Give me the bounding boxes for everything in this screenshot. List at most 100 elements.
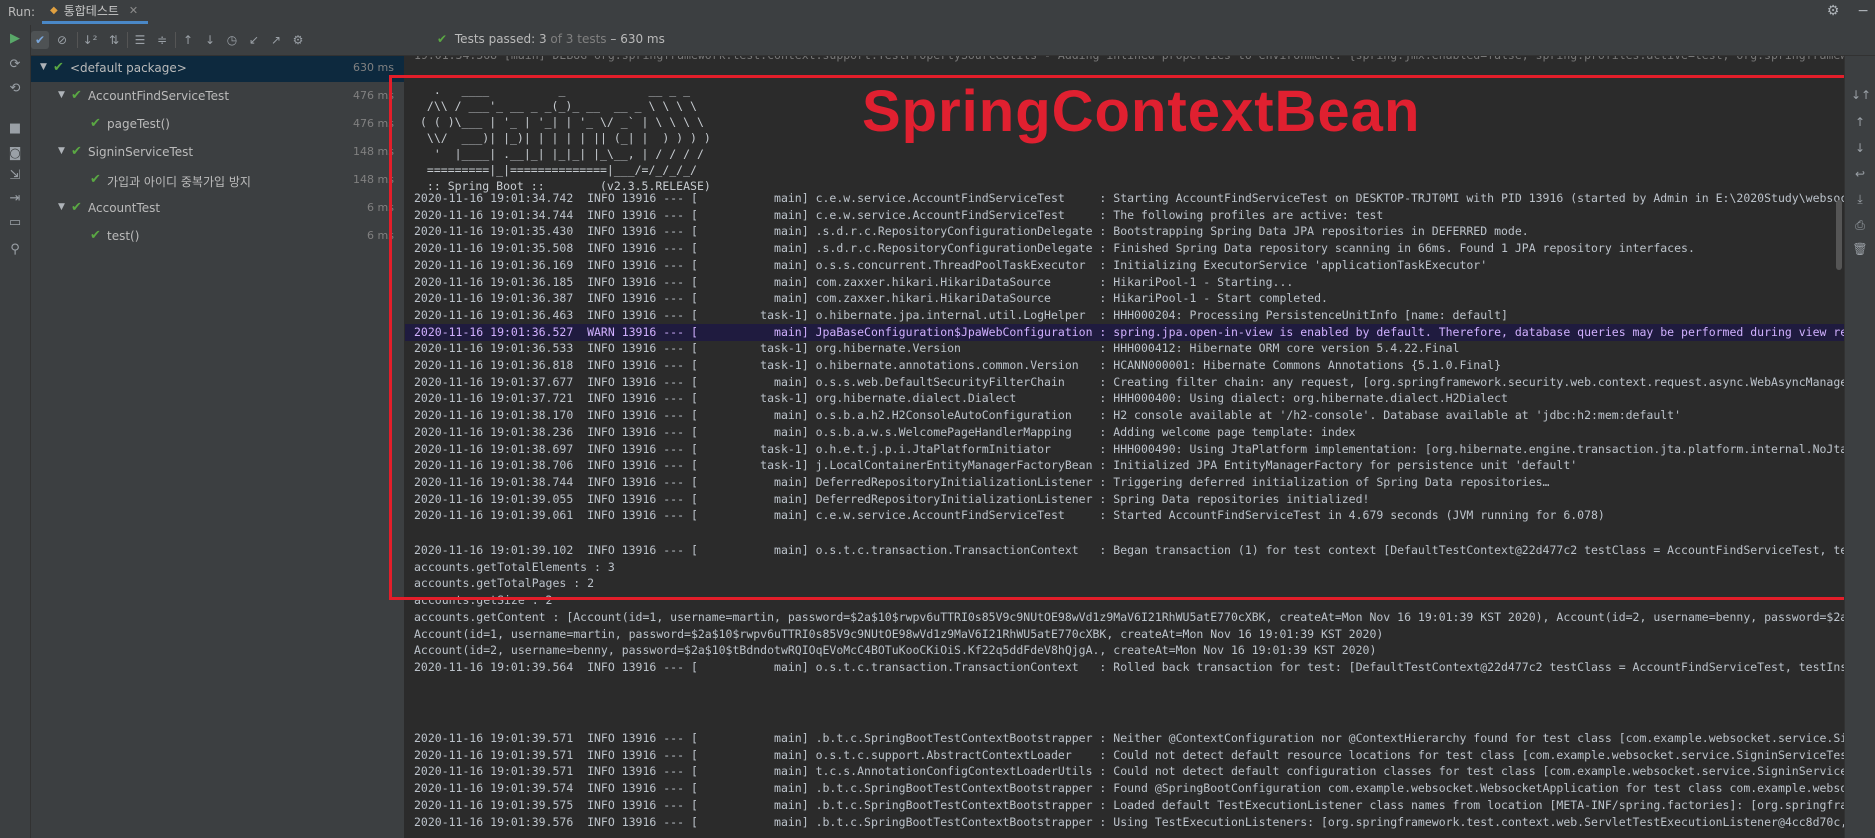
status-prefix: Tests passed: [454,32,536,46]
console-line: 2020-11-16 19:01:37.721 INFO 13916 --- [… [414,391,1508,406]
collapse-all-icon[interactable]: ≑ [153,31,171,49]
passed-check-icon: ✔ [90,228,101,243]
console-line: 2020-11-16 19:01:39.576 INFO 13916 --- [… [414,814,1845,829]
tree-row[interactable]: ✔ 가입과 아이디 중복가입 방지 148 ms [31,168,404,194]
tree-row-label: AccountFindServiceTest [88,89,230,103]
rerun-failed-icon[interactable]: ⟳ [6,56,24,74]
export-icon[interactable]: ↗ [267,31,285,49]
up-icon[interactable]: ↑ [1851,113,1869,131]
exit-icon[interactable]: ⇥ [6,190,24,208]
console-line: 2020-11-16 19:01:39.564 INFO 13916 --- [… [414,659,1845,674]
console-scrollbar[interactable] [1836,200,1842,270]
status-count: 3 [538,32,547,46]
banner-line: /\\ / ___'_ __ _ _(_)_ __ __ _ \ \ \ \ [420,99,697,113]
console-line: 2020-11-16 19:01:36.533 INFO 13916 --- [… [414,341,1460,356]
console-line: accounts.getContent : [Account(id=1, use… [414,609,1845,624]
chevron-down-icon[interactable]: ▼ [58,202,65,212]
tree-row-label: test() [107,229,140,243]
console-line: 2020-11-16 19:01:39.102 INFO 13916 --- [… [414,543,1845,557]
console-line: 19:01:34.368 [main] DEBUG org.springfram… [414,56,1845,64]
tree-row-label: <default package> [70,61,187,75]
pin-icon[interactable]: ⚲ [6,241,24,259]
import-icon[interactable]: ⇲ [6,167,24,185]
tree-row-time: 476 ms [353,89,394,102]
toggle-auto-test-icon[interactable]: ⟲ [6,80,24,98]
tree-row[interactable]: ▼ ✔ SigninServiceTest 148 ms [31,140,404,166]
previous-failed-icon[interactable]: ↑ [179,31,197,49]
tree-row-time: 6 ms [367,229,394,242]
minus-icon[interactable]: − [1857,3,1869,19]
passed-check-icon: ✔ [90,172,101,187]
chevron-down-icon[interactable]: ▼ [40,62,47,72]
close-icon[interactable]: ✕ [129,4,138,17]
tree-row-label: AccountTest [88,201,161,215]
console-line: 2020-11-16 19:01:39.575 INFO 13916 --- [… [414,797,1845,812]
console-line: accounts.getSize : 2 [414,593,553,608]
console-line: 2020-11-16 19:01:37.677 INFO 13916 --- [… [414,374,1845,389]
sort-duration-icon[interactable]: ⇅ [105,31,123,49]
console-line: Account(id=2, username=benny, password=$… [414,643,1377,658]
banner-line: . ____ _ __ _ _ [420,83,691,97]
tree-row[interactable]: ▼ ✔ AccountTest 6 ms [31,196,404,222]
passed-check-icon: ✔ [53,60,64,75]
show-passed-icon[interactable]: ✔ [31,31,49,49]
banner-line: \\/ ___)| |_)| | | | | || (_| | ) ) ) ) [420,131,711,145]
import-tests-icon[interactable]: ↙ [245,31,263,49]
gear-icon[interactable]: ⚙ [1827,3,1840,19]
print-icon[interactable]: ⎙ [1851,216,1869,234]
status-duration: – 630 ms [610,32,665,46]
expand-all-icon[interactable]: ☰ [131,31,149,49]
tree-row[interactable]: ▼ ✔ <default package> 630 ms [31,56,404,82]
tree-row-time: 148 ms [353,145,394,158]
test-settings-icon[interactable]: ⚙ [289,31,307,49]
tree-row[interactable]: ▼ ✔ AccountFindServiceTest 476 ms [31,84,404,110]
sort-icon[interactable]: ↓↑ [1851,86,1871,104]
passed-check-icon: ✔ [71,88,82,103]
banner-line: ( ( )\___ | '_ | '_| | '_ \/ _` | \ \ \ … [420,115,704,129]
down-icon[interactable]: ↓ [1851,139,1869,157]
console-line: 2020-11-16 19:01:38.744 INFO 13916 --- [… [414,474,1550,489]
chevron-down-icon[interactable]: ▼ [58,146,65,156]
run-tab-bar: Run: ◆ 통합테스트 ✕ ⚙ − [0,0,1875,26]
sort-alpha-icon[interactable]: ↓² [81,31,99,49]
run-label: Run: [8,5,36,19]
passed-check-icon: ✔ [90,116,101,131]
overlay-title: SpringContextBean [862,79,1421,144]
console-line: 2020-11-16 19:01:38.236 INFO 13916 --- [… [414,424,1356,439]
console-line: 2020-11-16 19:01:35.430 INFO 13916 --- [… [414,224,1529,239]
tree-row-time: 476 ms [353,117,394,130]
console-line: 2020-11-16 19:01:38.697 INFO 13916 --- [… [414,441,1845,456]
test-status: ✔ Tests passed: 3 of 3 tests – 630 ms [437,32,665,46]
console-line: 2020-11-16 19:01:38.706 INFO 13916 --- [… [414,458,1578,473]
scroll-to-end-icon[interactable]: ⤓ [1851,190,1869,208]
console-line: 2020-11-16 19:01:36.169 INFO 13916 --- [… [414,257,1488,272]
passed-check-icon: ✔ [71,144,82,159]
rerun-icon[interactable]: ▶ [6,30,24,48]
console-line: 2020-11-16 19:01:38.170 INFO 13916 --- [… [414,408,1682,423]
console-output[interactable]: 19:01:34.368 [main] DEBUG org.springfram… [405,56,1845,838]
console-line: Account(id=1, username=martin, password=… [414,626,1384,641]
show-ignored-icon[interactable]: ⊘ [53,31,71,49]
passed-check-icon: ✔ [437,32,448,46]
next-failed-icon[interactable]: ↓ [201,31,219,49]
layout-icon[interactable]: ▭ [6,214,24,232]
status-of: of 3 tests [550,32,607,46]
camera-icon[interactable]: ◙ [6,145,24,163]
console-toolbar: ↓↑ ↑ ↓ ↩ ⤓ ⎙ 🗑 [1844,56,1875,838]
banner-line: =========|_|==============|___/=/_/_/_/ [420,163,697,177]
console-line: 2020-11-16 19:01:35.508 INFO 13916 --- [… [414,241,1695,256]
tree-row[interactable]: ✔ test() 6 ms [31,224,404,250]
console-line: 2020-11-16 19:01:36.387 INFO 13916 --- [… [414,291,1328,306]
run-tab-title: 통합테스트 [63,4,119,18]
console-line: 2020-11-16 19:01:39.571 INFO 13916 --- [… [414,764,1845,779]
chevron-down-icon[interactable]: ▼ [58,90,65,100]
history-icon[interactable]: ◷ [223,31,241,49]
stop-icon[interactable]: ■ [6,120,24,138]
run-tab[interactable]: ◆ 통합테스트 ✕ [42,0,149,24]
soft-wrap-icon[interactable]: ↩ [1851,165,1869,183]
trash-icon[interactable]: 🗑 [1851,240,1869,258]
console-line: 2020-11-16 19:01:39.571 INFO 13916 --- [… [414,747,1845,762]
tree-row-time: 6 ms [367,201,394,214]
tree-row-label: SigninServiceTest [88,145,194,159]
tree-row[interactable]: ✔ pageTest() 476 ms [31,112,404,138]
